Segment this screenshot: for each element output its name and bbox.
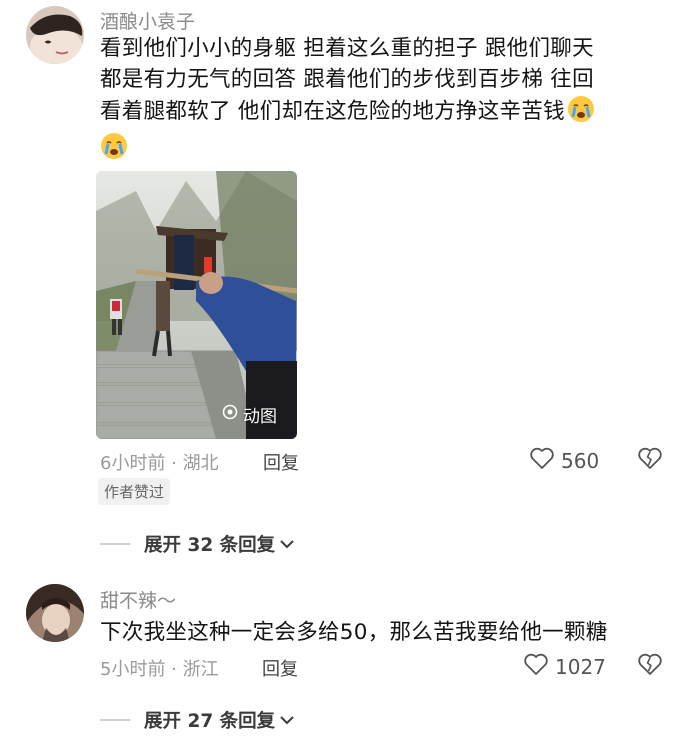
comment-line-text: 看着腿都软了 他们却在这危险的地方挣这辛苦钱: [100, 99, 565, 124]
reply-button[interactable]: 回复: [262, 655, 298, 681]
dislike-button[interactable]: [637, 652, 663, 680]
reply-button[interactable]: 回复: [263, 449, 299, 475]
crying-face-emoji: [567, 95, 595, 132]
avatar[interactable]: [26, 584, 84, 642]
comment-text: 看到他们小小的身躯 担着这么重的担子 跟他们聊天 都是有力无气的回答 跟着他们的…: [100, 33, 670, 169]
crying-face-emoji: [100, 132, 128, 169]
comment-line: [100, 132, 670, 169]
broken-heart-icon: [637, 653, 663, 680]
like-button[interactable]: 560: [529, 446, 599, 475]
gif-play-icon: [222, 404, 238, 425]
comment-text: 下次我坐这种一定会多给50，那么苦我要给他一颗糖: [100, 620, 608, 645]
like-count: 560: [561, 448, 600, 473]
divider: [100, 543, 130, 545]
chevron-down-icon: [279, 534, 295, 555]
broken-heart-icon: [637, 447, 663, 474]
divider: [100, 719, 130, 721]
dislike-button[interactable]: [637, 446, 663, 474]
heart-outline-icon: [529, 446, 555, 475]
expand-replies-button[interactable]: 展开 27 条回复: [100, 707, 295, 733]
time-location: 5小时前 · 浙江: [100, 659, 219, 680]
avatar[interactable]: [26, 6, 84, 64]
gif-label: 动图: [243, 407, 277, 427]
username[interactable]: 甜不辣～: [100, 586, 176, 613]
gif-badge: 动图: [222, 402, 277, 427]
gif-media[interactable]: 动图: [96, 171, 297, 439]
expand-replies-button[interactable]: 展开 32 条回复: [100, 531, 295, 557]
time-location: 6小时前 · 湖北: [100, 453, 219, 474]
like-button[interactable]: 1027: [523, 652, 606, 681]
comment-line: 看到他们小小的身躯 担着这么重的担子 跟他们聊天: [100, 36, 594, 61]
comment-line: 都是有力无气的回答 跟着他们的步伐到百步梯 往回: [100, 67, 594, 92]
chevron-down-icon: [279, 710, 295, 731]
username[interactable]: 酒酿小袁子: [100, 7, 195, 34]
author-liked-badge: 作者赞过: [98, 478, 171, 505]
heart-outline-icon: [523, 652, 549, 681]
expand-replies-label: 展开 32 条回复: [144, 535, 276, 556]
like-count: 1027: [555, 654, 606, 679]
comment-line: 看着腿都软了 他们却在这危险的地方挣这辛苦钱: [100, 95, 670, 132]
expand-replies-label: 展开 27 条回复: [144, 711, 276, 732]
